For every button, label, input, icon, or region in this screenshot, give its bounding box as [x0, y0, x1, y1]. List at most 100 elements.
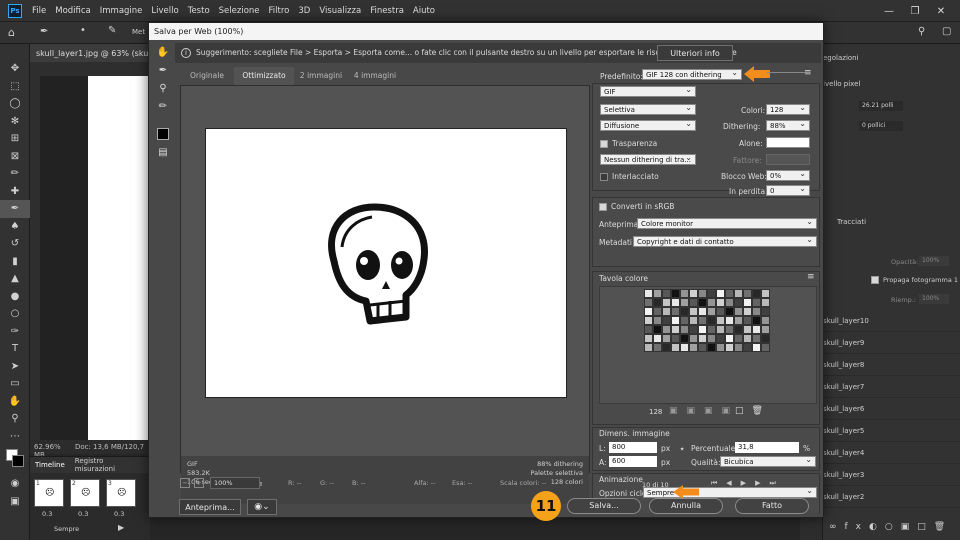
zoom-level[interactable]: 62.96% — [34, 443, 61, 451]
palette-swatch[interactable] — [680, 343, 689, 352]
palette-swatch[interactable] — [716, 289, 725, 298]
palette-swatch[interactable] — [689, 316, 698, 325]
palette-swatch[interactable] — [662, 334, 671, 343]
palette-swatch[interactable] — [743, 325, 752, 334]
palette-swatch[interactable] — [671, 307, 680, 316]
cancel-button[interactable]: Annulla — [649, 498, 723, 514]
palette-swatch[interactable] — [734, 298, 743, 307]
eyedropper-tool-icon[interactable]: ✏ — [152, 97, 174, 115]
frame-delay[interactable]: 0.3 — [114, 510, 124, 518]
menu-finestra[interactable]: Finestra — [370, 6, 404, 16]
screen-mode-icon[interactable]: ▣ — [0, 493, 30, 511]
maximize-button[interactable]: ❐ — [902, 6, 928, 17]
palette-swatch[interactable] — [671, 325, 680, 334]
palette-swatch[interactable] — [680, 298, 689, 307]
palette-swatch[interactable] — [698, 316, 707, 325]
zoom-out-button[interactable]: − — [180, 478, 190, 488]
menu-testo[interactable]: Testo — [188, 6, 210, 16]
height-input[interactable]: 600 — [609, 456, 657, 467]
menu-modifica[interactable]: Modifica — [55, 6, 91, 16]
tab-2-up[interactable]: 2 immagini — [294, 67, 348, 85]
timeline-frame[interactable]: 2 ☹ — [70, 479, 100, 507]
palette-swatch[interactable] — [707, 316, 716, 325]
zoom-in-button[interactable]: + — [194, 478, 204, 488]
palette-swatch[interactable] — [662, 325, 671, 334]
palette-swatch[interactable] — [653, 325, 662, 334]
interlaced-checkbox[interactable]: Interlacciato — [600, 172, 659, 181]
palette-swatch[interactable] — [671, 289, 680, 298]
amount-field[interactable] — [766, 154, 810, 165]
palette-swatch[interactable] — [707, 307, 716, 316]
matte-color-select[interactable] — [766, 137, 810, 148]
propagate-frame-checkbox[interactable]: Propaga fotogramma 1 — [871, 276, 958, 284]
blur-tool-icon[interactable]: ● — [0, 288, 30, 306]
document-canvas[interactable] — [88, 76, 150, 442]
layer-row[interactable]: skull_layer9 — [823, 332, 960, 354]
palette-swatch[interactable] — [716, 298, 725, 307]
palette-swatch[interactable] — [644, 307, 653, 316]
layer-row[interactable]: skull_layer4 — [823, 442, 960, 464]
gradient-tool-icon[interactable]: ▲ — [0, 270, 30, 288]
transparency-dither-select[interactable]: Nessun dithering di tra... — [600, 152, 696, 165]
layer-row[interactable]: skull_layer8 — [823, 354, 960, 376]
palette-swatch[interactable] — [680, 307, 689, 316]
tab-original[interactable]: Originale — [180, 67, 234, 85]
hand-tool-icon[interactable]: ✋ — [0, 393, 30, 411]
slice-select-tool-icon[interactable]: ✒ — [152, 61, 174, 79]
preview-select[interactable]: Colore monitor — [637, 216, 817, 229]
transparency-checkbox[interactable]: Trasparenza — [600, 139, 657, 148]
layer-row[interactable]: skull_layer7 — [823, 376, 960, 398]
palette-swatch[interactable] — [761, 316, 770, 325]
minimize-button[interactable]: — — [876, 6, 902, 17]
play-icon[interactable]: ▶ — [118, 523, 124, 532]
layer-row[interactable]: skull_layer5 — [823, 420, 960, 442]
loop-select[interactable]: Sempre — [643, 485, 817, 498]
palette-swatch[interactable] — [644, 343, 653, 352]
palette-swatch[interactable] — [653, 307, 662, 316]
palette-swatch[interactable] — [653, 316, 662, 325]
metadata-select[interactable]: Copyright e dati di contatto — [633, 234, 817, 247]
palette-swatch[interactable] — [743, 343, 752, 352]
stamp-tool-icon[interactable]: ♠ — [0, 218, 30, 236]
menu-selezione[interactable]: Selezione — [219, 6, 260, 16]
tab-4-up[interactable]: 4 immagini — [348, 67, 402, 85]
palette-swatch[interactable] — [698, 325, 707, 334]
frame-delay[interactable]: 0.3 — [78, 510, 88, 518]
width-input[interactable]: 800 — [609, 442, 657, 453]
palette-swatch[interactable] — [725, 325, 734, 334]
path-select-tool-icon[interactable]: ➤ — [0, 358, 30, 376]
palette-swatch[interactable] — [734, 334, 743, 343]
crop-tool-icon[interactable]: ⊞ — [0, 130, 30, 148]
brush-size-icon[interactable]: • — [80, 25, 86, 36]
tab-measurement-log[interactable]: Registro misurazioni — [70, 457, 150, 473]
palette-swatch[interactable] — [671, 334, 680, 343]
palette-swatch[interactable] — [707, 325, 716, 334]
palette-swatch[interactable] — [725, 343, 734, 352]
palette-swatch[interactable] — [743, 334, 752, 343]
zoom-select[interactable]: 100% — [210, 477, 260, 489]
palette-swatch[interactable] — [707, 289, 716, 298]
tab-timeline[interactable]: Timeline — [30, 461, 70, 469]
healing-tool-icon[interactable]: ✚ — [0, 183, 30, 201]
palette-swatch[interactable] — [662, 316, 671, 325]
palette-swatch[interactable] — [671, 343, 680, 352]
palette-swatch[interactable] — [752, 307, 761, 316]
palette-swatch[interactable] — [671, 298, 680, 307]
palette-swatch[interactable] — [734, 289, 743, 298]
palette-swatch[interactable] — [707, 334, 716, 343]
color-table-area[interactable] — [599, 286, 817, 404]
palette-swatch[interactable] — [761, 289, 770, 298]
palette-swatch[interactable] — [734, 325, 743, 334]
palette-swatch[interactable] — [752, 316, 761, 325]
palette-swatch[interactable] — [743, 316, 752, 325]
color-table-menu-icon[interactable]: ≡ — [807, 272, 815, 282]
palette-swatch[interactable] — [680, 334, 689, 343]
preset-select[interactable]: GIF 128 con dithering — [642, 67, 742, 80]
zoom-tool-icon[interactable]: ⚲ — [0, 410, 30, 428]
new-color-delete-icons[interactable]: □🗑 — [735, 406, 771, 416]
palette-swatch[interactable] — [653, 334, 662, 343]
hand-tool-icon[interactable]: ✋ — [152, 43, 174, 61]
type-tool-icon[interactable]: T — [0, 340, 30, 358]
palette-swatch[interactable] — [689, 334, 698, 343]
menu-filtro[interactable]: Filtro — [269, 6, 290, 16]
